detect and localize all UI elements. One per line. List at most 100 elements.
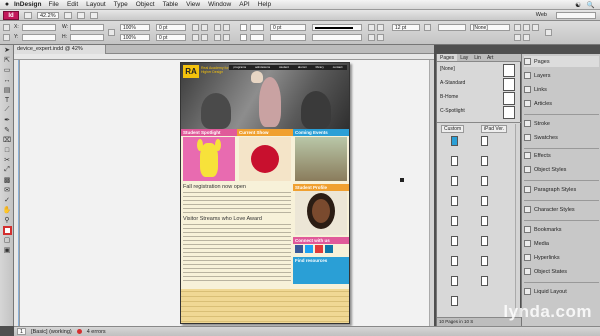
- formatting-affects-container-icon[interactable]: ▢: [0, 235, 14, 245]
- zoom-level-field[interactable]: 42.2%: [37, 11, 59, 19]
- menu-table[interactable]: Table: [163, 1, 179, 8]
- control-panel-menu-icon[interactable]: [545, 29, 552, 36]
- help-search-field[interactable]: [556, 11, 596, 19]
- menu-type[interactable]: Type: [114, 1, 128, 8]
- document-tab[interactable]: device_expert.indd @ 42%: [14, 45, 106, 54]
- free-transform-tool-icon[interactable]: ⤢: [0, 165, 14, 175]
- select-content-icon[interactable]: [223, 24, 230, 31]
- page-tool-icon[interactable]: ▭: [0, 65, 14, 75]
- fill-proportionally-icon[interactable]: [532, 24, 539, 31]
- content-collector-icon[interactable]: ▤: [0, 85, 14, 95]
- dock-item-object-styles[interactable]: Object Styles: [524, 164, 599, 175]
- page-thumbnail[interactable]: [451, 236, 458, 246]
- flip-horizontal-icon[interactable]: [192, 34, 199, 41]
- rotate-90-cw-icon[interactable]: [192, 24, 199, 31]
- custom-size-dropdown[interactable]: Custom: [441, 125, 465, 133]
- object-style-dropdown[interactable]: [None]: [470, 24, 510, 31]
- center-content-icon[interactable]: [523, 34, 530, 41]
- width-field[interactable]: [70, 24, 104, 31]
- rectangle-frame-tool-icon[interactable]: ⌧: [0, 135, 14, 145]
- facebook-icon[interactable]: [295, 245, 303, 253]
- page-thumbnail[interactable]: [451, 256, 458, 266]
- stroke-weight-field[interactable]: 0 pt: [270, 24, 306, 31]
- page-thumbnail[interactable]: [481, 236, 488, 246]
- master-thumbnail[interactable]: [503, 106, 515, 119]
- page-thumbnail[interactable]: [481, 256, 488, 266]
- direct-selection-tool-icon[interactable]: ⇱: [0, 55, 14, 65]
- linkedin-icon[interactable]: [325, 245, 333, 253]
- eyedropper-tool-icon[interactable]: ✓: [0, 195, 14, 205]
- wifi-icon[interactable]: ☯: [575, 1, 581, 9]
- flip-vertical-icon[interactable]: [201, 34, 208, 41]
- view-mode-icon[interactable]: ▣: [0, 245, 14, 255]
- hand-tool-icon[interactable]: ✋: [0, 205, 14, 215]
- scale-x-field[interactable]: 100%: [120, 24, 150, 31]
- gradient-tool-icon[interactable]: ▩: [0, 175, 14, 185]
- ruler-guide[interactable]: [18, 60, 19, 326]
- dock-item-pages[interactable]: Pages: [524, 56, 599, 67]
- tab-links[interactable]: Lin: [471, 54, 484, 61]
- page-thumbnail[interactable]: [481, 136, 488, 146]
- column-field[interactable]: [438, 24, 466, 31]
- page-number-field[interactable]: 1: [17, 328, 27, 335]
- pen-tool-icon[interactable]: ✒: [0, 115, 14, 125]
- corner-size-field[interactable]: 12 pt: [392, 24, 420, 31]
- fit-proportionally-icon[interactable]: [523, 24, 530, 31]
- master-thumbnail[interactable]: [503, 78, 515, 91]
- effects-fx-icon[interactable]: [377, 34, 384, 41]
- bridge-icon[interactable]: [24, 11, 32, 19]
- page-thumbnail[interactable]: [451, 136, 458, 146]
- dock-item-liquid-layout[interactable]: Liquid Layout: [524, 286, 599, 297]
- corner-shape-icon[interactable]: [424, 24, 431, 31]
- dock-item-stroke[interactable]: Stroke: [524, 118, 599, 129]
- workspace-switcher[interactable]: Web: [536, 12, 547, 18]
- y-position-field[interactable]: [22, 34, 56, 41]
- page-thumbnail[interactable]: [481, 216, 488, 226]
- dock-item-character-styles[interactable]: Character Styles: [524, 204, 599, 215]
- note-tool-icon[interactable]: ✉: [0, 185, 14, 195]
- select-previous-icon[interactable]: [214, 34, 221, 41]
- rotation-field[interactable]: 0 pt: [156, 24, 186, 31]
- youtube-icon[interactable]: [315, 245, 323, 253]
- apple-menu-icon[interactable]: ●: [0, 1, 14, 8]
- text-wrap-icon[interactable]: [368, 24, 375, 31]
- page-thumbnail[interactable]: [451, 296, 458, 306]
- menu-help[interactable]: Help: [258, 1, 271, 8]
- fill-stroke-swatch-icon[interactable]: [0, 225, 14, 235]
- opacity-field[interactable]: [312, 34, 362, 41]
- pencil-tool-icon[interactable]: ✎: [0, 125, 14, 135]
- dock-item-links[interactable]: Links: [524, 84, 599, 95]
- page-thumbnail[interactable]: [481, 176, 488, 186]
- page-thumbnail[interactable]: [451, 176, 458, 186]
- drop-shadow-icon[interactable]: [368, 34, 375, 41]
- stroke-style-dropdown[interactable]: [312, 24, 362, 31]
- spotlight-search-icon[interactable]: 🔍: [587, 1, 595, 9]
- spotlight-image[interactable]: [183, 137, 235, 181]
- rectangle-tool-icon[interactable]: □: [0, 145, 14, 155]
- scale-y-field[interactable]: 100%: [120, 34, 150, 41]
- stroke-type-dropdown[interactable]: [270, 34, 306, 41]
- events-image[interactable]: [295, 137, 347, 181]
- dock-item-effects[interactable]: Effects: [524, 150, 599, 161]
- menu-edit[interactable]: Edit: [67, 1, 78, 8]
- selection-handle[interactable]: [400, 178, 404, 182]
- menu-view[interactable]: View: [186, 1, 200, 8]
- select-container-icon[interactable]: [214, 24, 221, 31]
- master-a-standard[interactable]: A-Standard: [440, 80, 465, 86]
- height-field[interactable]: [70, 34, 104, 41]
- gap-tool-icon[interactable]: ↔: [0, 75, 14, 85]
- page-thumbnail[interactable]: [451, 276, 458, 286]
- shear-field[interactable]: 0 pt: [156, 34, 186, 41]
- view-options-icon[interactable]: [63, 11, 72, 19]
- tab-pages[interactable]: Pages: [437, 54, 458, 61]
- fill-swatch-icon[interactable]: [240, 24, 247, 31]
- page-thumbnail[interactable]: [451, 196, 458, 206]
- master-thumbnail[interactable]: [503, 92, 515, 105]
- fill-dropdown[interactable]: [250, 24, 264, 31]
- reference-point-grid-icon[interactable]: [3, 34, 10, 41]
- type-tool-icon[interactable]: T: [0, 95, 14, 105]
- constrain-proportions-icon[interactable]: [108, 29, 115, 36]
- dock-item-layers[interactable]: Layers: [524, 70, 599, 81]
- dock-item-object-states[interactable]: Object States: [524, 266, 599, 277]
- twitter-icon[interactable]: [305, 245, 313, 253]
